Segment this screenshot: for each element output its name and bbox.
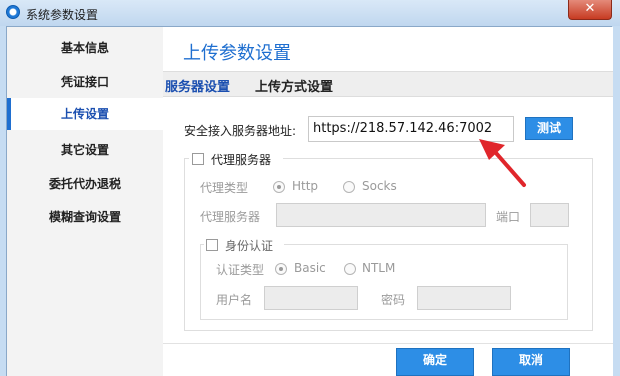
settings-window: 系统参数设置 ✕ 基本信息 凭证接口 上传设置 其它设置 委托代办退税 模糊查询… — [0, 0, 620, 376]
annotation-arrow-icon — [479, 139, 526, 187]
